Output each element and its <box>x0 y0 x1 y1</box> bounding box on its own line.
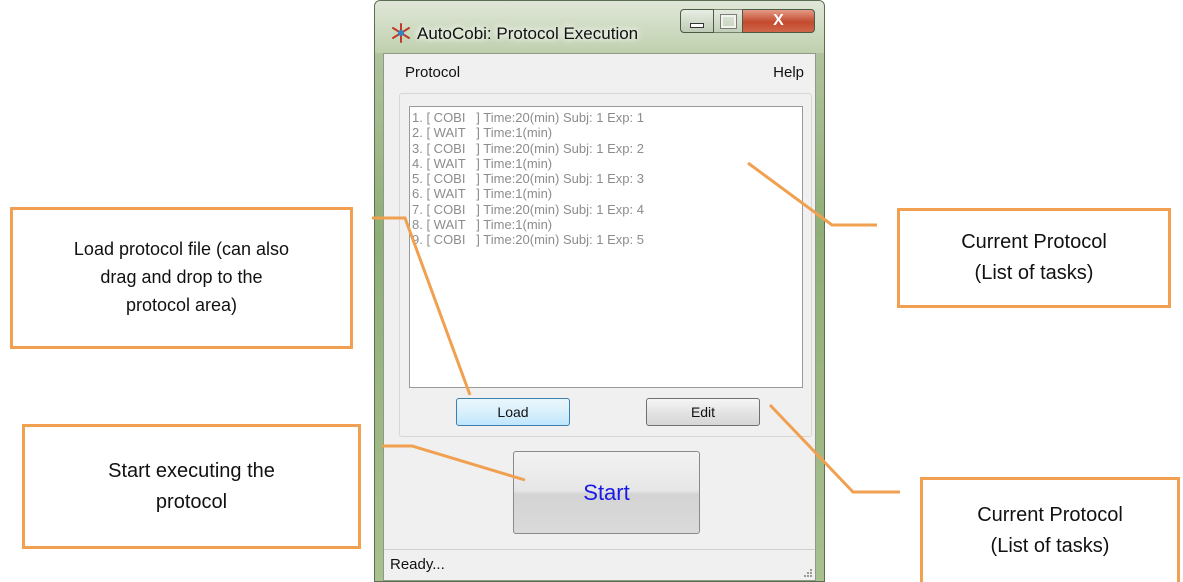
maximize-button[interactable] <box>713 9 743 33</box>
callout-start-text: Start executing the protocol <box>108 459 275 513</box>
start-button[interactable]: Start <box>513 451 700 534</box>
status-text: Ready... <box>390 556 445 573</box>
close-icon: X <box>773 12 784 29</box>
protocol-task-item[interactable]: 1. [ COBI ] Time:20(min) Subj: 1 Exp: 1 <box>412 110 802 125</box>
app-snowflake-icon <box>392 23 410 43</box>
protocol-task-item[interactable]: 5. [ COBI ] Time:20(min) Subj: 1 Exp: 3 <box>412 171 802 186</box>
protocol-task-item[interactable]: 7. [ COBI ] Time:20(min) Subj: 1 Exp: 4 <box>412 202 802 217</box>
callout-current-protocol-bottom-text: Current Protocol (List of tasks) <box>977 504 1123 557</box>
menu-bar: Protocol Help <box>384 54 815 88</box>
callout-current-protocol-top: Current Protocol (List of tasks) <box>897 208 1171 308</box>
edit-button[interactable]: Edit <box>646 398 760 426</box>
callout-load-text: Load protocol file (can also drag and dr… <box>73 239 290 315</box>
resize-grip-icon[interactable] <box>802 567 812 577</box>
window-title: AutoCobi: Protocol Execution <box>417 24 639 43</box>
protocol-task-item[interactable]: 9. [ COBI ] Time:20(min) Subj: 1 Exp: 5 <box>412 232 802 247</box>
status-bar: Ready... <box>384 549 815 580</box>
callout-current-protocol-bottom: Current Protocol (List of tasks) <box>920 477 1180 582</box>
protocol-task-item[interactable]: 8. [ WAIT ] Time:1(min) <box>412 217 802 232</box>
maximize-icon <box>719 13 737 29</box>
callout-current-protocol-top-text: Current Protocol (List of tasks) <box>961 231 1107 284</box>
callout-load-protocol: Load protocol file (can also drag and dr… <box>10 207 353 349</box>
protocol-task-item[interactable]: 6. [ WAIT ] Time:1(min) <box>412 186 802 201</box>
protocol-task-item[interactable]: 2. [ WAIT ] Time:1(min) <box>412 125 802 140</box>
protocol-task-item[interactable]: 3. [ COBI ] Time:20(min) Subj: 1 Exp: 2 <box>412 141 802 156</box>
menu-protocol[interactable]: Protocol <box>405 64 460 81</box>
load-button[interactable]: Load <box>456 398 570 426</box>
minimize-button[interactable] <box>680 9 714 33</box>
menu-help[interactable]: Help <box>773 64 804 81</box>
window-client-area: Protocol Help 1. [ COBI ] Time:20(min) S… <box>383 53 816 581</box>
title-bar[interactable]: AutoCobi: Protocol Execution X <box>375 1 824 53</box>
app-window: AutoCobi: Protocol Execution X Protocol … <box>374 0 825 582</box>
callout-start: Start executing the protocol <box>22 424 361 549</box>
protocol-list[interactable]: 1. [ COBI ] Time:20(min) Subj: 1 Exp: 12… <box>409 106 803 388</box>
protocol-task-item[interactable]: 4. [ WAIT ] Time:1(min) <box>412 156 802 171</box>
close-button[interactable]: X <box>742 9 815 33</box>
minimize-icon <box>690 22 704 28</box>
